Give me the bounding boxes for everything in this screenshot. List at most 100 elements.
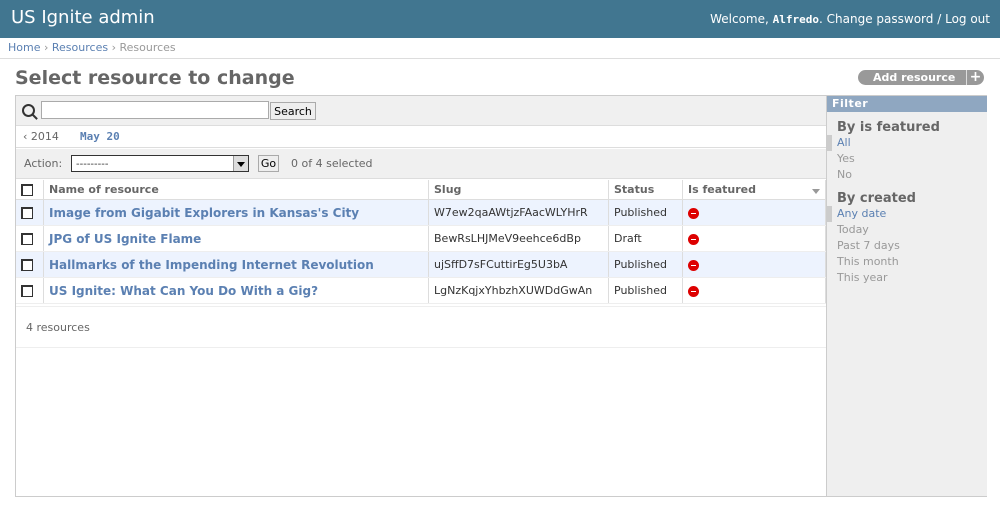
- no-icon: [688, 233, 699, 245]
- date-current: May 20: [80, 130, 120, 143]
- filter-option-link[interactable]: No: [837, 168, 852, 181]
- slug-cell: BewRsLHJMeV9eehce6dBp: [428, 225, 609, 252]
- username: Alfredo: [772, 13, 820, 26]
- filter-option-link[interactable]: This month: [837, 255, 899, 268]
- search-input[interactable]: [41, 101, 269, 119]
- table-row: Image from Gigabit Explorers in Kansas's…: [16, 199, 826, 226]
- search-toolbar: Search: [16, 96, 826, 126]
- breadcrumb-current: Resources: [119, 41, 176, 54]
- name-cell: US Ignite: What Can You Do With a Gig?: [43, 277, 429, 304]
- name-cell: Hallmarks of the Impending Internet Revo…: [43, 251, 429, 278]
- actions-bar: Action: --------- Go 0 of 4 selected: [16, 149, 826, 179]
- search-icon: [22, 104, 35, 117]
- action-selected-value: ---------: [76, 159, 109, 170]
- row-select-cell: [16, 199, 44, 226]
- resource-link[interactable]: US Ignite: What Can You Do With a Gig?: [49, 284, 318, 298]
- filter-title: Filter: [827, 96, 987, 112]
- filter-heading-featured: By is featured: [837, 120, 940, 135]
- action-label: Action:: [24, 157, 63, 170]
- page-title: Select resource to change: [15, 67, 295, 89]
- featured-cell: [682, 225, 826, 252]
- column-header-status[interactable]: Status: [608, 180, 683, 200]
- column-header-slug[interactable]: Slug: [428, 180, 609, 200]
- date-prev-link[interactable]: ‹ 2014: [23, 127, 59, 147]
- no-icon: [688, 285, 699, 297]
- filter-option[interactable]: This year: [827, 270, 987, 286]
- column-label: Name of resource: [49, 183, 159, 196]
- filter-option[interactable]: All: [827, 135, 987, 151]
- resource-link[interactable]: JPG of US Ignite Flame: [49, 232, 201, 246]
- filter-option-link[interactable]: This year: [837, 271, 888, 284]
- breadcrumb-sep: ›: [43, 41, 49, 54]
- resource-link[interactable]: Hallmarks of the Impending Internet Revo…: [49, 258, 374, 272]
- table-row: JPG of US Ignite Flame BewRsLHJMeV9eehce…: [16, 225, 826, 252]
- column-label: Is featured: [688, 183, 756, 196]
- breadcrumb-sep: ›: [111, 41, 116, 54]
- date-hierarchy: ‹ 2014 May 20: [16, 127, 826, 148]
- filter-option[interactable]: Past 7 days: [827, 238, 987, 254]
- filter-option[interactable]: This month: [827, 254, 987, 270]
- column-label: Status: [614, 183, 655, 196]
- name-cell: JPG of US Ignite Flame: [43, 225, 429, 252]
- name-cell: Image from Gigabit Explorers in Kansas's…: [43, 199, 429, 226]
- selection-counter: 0 of 4 selected: [291, 157, 373, 170]
- search-button[interactable]: Search: [270, 102, 316, 120]
- chevron-down-icon: [233, 156, 248, 171]
- row-select-cell: [16, 277, 44, 304]
- featured-cell: [682, 277, 826, 304]
- filter-option-link[interactable]: Past 7 days: [837, 239, 900, 252]
- result-count: 4 resources: [26, 321, 90, 334]
- change-password-link[interactable]: Change password: [827, 12, 934, 26]
- column-label: Slug: [434, 183, 462, 196]
- select-all-checkbox[interactable]: [21, 184, 33, 196]
- filter-list-featured: All Yes No: [827, 135, 987, 183]
- row-checkbox[interactable]: [21, 207, 33, 219]
- changelist: Search ‹ 2014 May 20 Action: --------- G…: [15, 95, 987, 497]
- go-button[interactable]: Go: [258, 155, 279, 172]
- table-header-row: Name of resource Slug Status Is featured: [16, 180, 826, 200]
- welcome-text: Welcome,: [710, 12, 769, 26]
- row-checkbox[interactable]: [21, 233, 33, 245]
- row-select-cell: [16, 225, 44, 252]
- status-cell: Published: [608, 251, 683, 278]
- filter-option-link[interactable]: Today: [837, 223, 869, 236]
- header: US Ignite admin Welcome, Alfredo. Change…: [0, 0, 1000, 38]
- breadcrumb: Home › Resources › Resources: [0, 38, 1000, 59]
- filter-option[interactable]: Yes: [827, 151, 987, 167]
- filter-option[interactable]: Any date: [827, 206, 987, 222]
- status-cell: Draft: [608, 225, 683, 252]
- filter-option-link[interactable]: All: [837, 136, 851, 149]
- column-header-featured[interactable]: Is featured: [682, 180, 826, 200]
- breadcrumb-home[interactable]: Home: [8, 41, 40, 54]
- select-all-header: [16, 180, 44, 200]
- filter-option-link[interactable]: Yes: [837, 152, 855, 165]
- sort-desc-icon[interactable]: [812, 189, 820, 194]
- status-cell: Published: [608, 199, 683, 226]
- no-icon: [688, 259, 699, 271]
- row-select-cell: [16, 251, 44, 278]
- plus-icon: +: [966, 70, 984, 85]
- filter-option[interactable]: Today: [827, 222, 987, 238]
- add-resource-label: Add resource: [873, 71, 956, 84]
- filter-heading-created: By created: [837, 191, 916, 206]
- slug-cell: ujSffD7sFCuttirEg5U3bA: [428, 251, 609, 278]
- table-row: Hallmarks of the Impending Internet Revo…: [16, 251, 826, 278]
- separator: /: [937, 12, 942, 26]
- column-header-name[interactable]: Name of resource: [43, 180, 429, 200]
- site-title: US Ignite admin: [11, 7, 155, 28]
- row-checkbox[interactable]: [21, 285, 33, 297]
- filter-panel: Filter By is featured All Yes No By crea…: [826, 96, 987, 496]
- logout-link[interactable]: Log out: [945, 12, 990, 26]
- table-row: US Ignite: What Can You Do With a Gig? L…: [16, 277, 826, 304]
- filter-option[interactable]: No: [827, 167, 987, 183]
- resource-link[interactable]: Image from Gigabit Explorers in Kansas's…: [49, 206, 359, 220]
- filter-option-link[interactable]: Any date: [837, 207, 886, 220]
- result-table: Name of resource Slug Status Is featured…: [16, 180, 826, 304]
- row-checkbox[interactable]: [21, 259, 33, 271]
- add-resource-button[interactable]: Add resource +: [858, 70, 984, 85]
- breadcrumb-app[interactable]: Resources: [52, 41, 108, 54]
- status-cell: Published: [608, 277, 683, 304]
- no-icon: [688, 207, 699, 219]
- slug-cell: LgNzKqjxYhbzhXUWDdGwAn: [428, 277, 609, 304]
- action-select[interactable]: ---------: [71, 155, 249, 172]
